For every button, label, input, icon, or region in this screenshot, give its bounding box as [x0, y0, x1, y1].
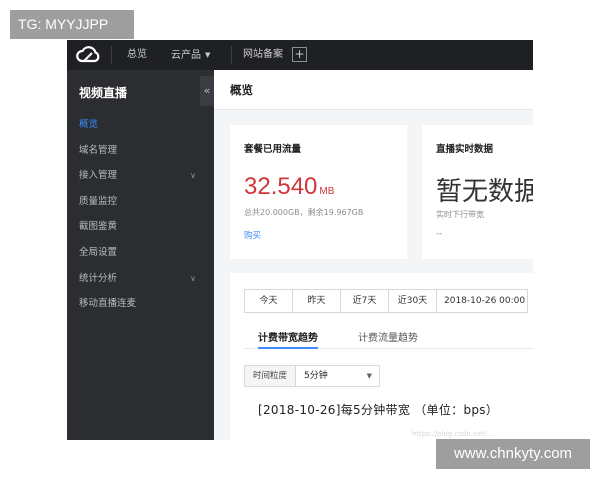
watermark-top-left: TG: MYYJJPP	[10, 10, 134, 39]
caret-down-icon: ▼	[366, 372, 372, 380]
sidebar-item-label: 接入管理	[79, 170, 118, 182]
page-header: 概览	[214, 70, 533, 110]
granularity-value: 5分钟	[304, 371, 328, 381]
navbar-divider	[231, 46, 232, 64]
live-realtime-card: 直播实时数据 暂无数据 实时下行带宽 --	[422, 125, 533, 259]
date-7days-button[interactable]: 近7天	[341, 290, 389, 312]
chevron-down-icon: ∨	[190, 273, 196, 283]
chart-title: [2018-10-26]每5分钟带宽 （单位：bps）	[258, 403, 499, 417]
main-content: 概览 套餐已用流量 32.540 MB 总共20.000GB，剩余19.967GB…	[214, 70, 533, 440]
sidebar-item-label: 统计分析	[79, 272, 118, 284]
page-title: 概览	[230, 83, 253, 97]
nav-overview[interactable]: 总览	[127, 48, 147, 62]
active-tab-indicator	[258, 347, 318, 349]
sidebar-item[interactable]: 接入管理 ∨	[67, 163, 214, 189]
console-window: 总览 云产品 ▼ 网站备案 + 视频直播 « 概览域名管理接入管理 ∨ 质量监控截图鉴…	[67, 40, 533, 440]
cloud-logo-icon[interactable]	[73, 44, 103, 66]
date-30days-button[interactable]: 近30天	[389, 290, 437, 312]
sidebar-item[interactable]: 截图鉴黄	[67, 214, 214, 240]
trend-tabs: 计费带宽趋势 计费流量趋势	[244, 327, 533, 349]
tab-label: 计费带宽趋势	[258, 333, 318, 344]
nav-products[interactable]: 云产品 ▼	[171, 48, 210, 63]
tab-billing-traffic[interactable]: 计费流量趋势	[358, 329, 418, 349]
watermark-bottom-right: www.chnkyty.com	[436, 439, 590, 469]
faint-watermark: https://blog.csdn.net/...	[412, 430, 494, 438]
top-navbar: 总览 云产品 ▼ 网站备案 +	[67, 40, 533, 70]
granularity-select[interactable]: 5分钟 ▼	[296, 365, 380, 387]
sidebar-item[interactable]: 移动直播连麦	[67, 291, 214, 317]
sidebar-item[interactable]: 质量监控	[67, 189, 214, 215]
sidebar-item-label: 域名管理	[79, 144, 118, 156]
buy-link[interactable]: 购买	[244, 229, 261, 241]
trend-panel: 今天 昨天 近7天 近30天 2018-10-26 00:00 计费带宽趋势 计…	[230, 273, 533, 440]
sidebar-item[interactable]: 全局设置	[67, 240, 214, 266]
sidebar-item-label: 截图鉴黄	[79, 221, 118, 233]
tab-billing-bandwidth[interactable]: 计费带宽趋势	[258, 329, 318, 349]
card-title: 套餐已用流量	[244, 144, 302, 155]
no-data-text: 暂无数据	[436, 177, 533, 207]
nav-icp-filing[interactable]: 网站备案	[243, 48, 283, 62]
sidebar-item[interactable]: 统计分析 ∨	[67, 266, 214, 292]
realtime-bandwidth-value: --	[436, 229, 443, 239]
package-usage-card: 套餐已用流量 32.540 MB 总共20.000GB，剩余19.967GB 购买	[230, 125, 407, 259]
sidebar: 视频直播 « 概览域名管理接入管理 ∨ 质量监控截图鉴黄全局设置统计分析 ∨ 移动直播连…	[67, 70, 214, 440]
caret-down-icon: ▼	[205, 51, 211, 59]
tab-label: 计费流量趋势	[358, 333, 418, 344]
date-today-button[interactable]: 今天	[245, 290, 293, 312]
collapse-sidebar-icon[interactable]: «	[200, 76, 214, 106]
sidebar-item[interactable]: 域名管理	[67, 138, 214, 164]
sidebar-item-label: 移动直播连麦	[79, 298, 137, 310]
granularity-label: 时间粒度	[244, 365, 296, 387]
nav-products-label: 云产品	[171, 50, 201, 61]
chevron-down-icon: ∨	[190, 171, 196, 181]
navbar-divider	[111, 46, 112, 64]
traffic-detail: 总共20.000GB，剩余19.967GB	[244, 208, 364, 217]
sidebar-item-label: 全局设置	[79, 246, 118, 258]
sidebar-menu: 概览域名管理接入管理 ∨ 质量监控截图鉴黄全局设置统计分析 ∨ 移动直播连麦	[67, 112, 214, 317]
card-title: 直播实时数据	[436, 144, 494, 155]
used-traffic-value: 32.540 MB	[244, 173, 334, 201]
used-traffic-number: 32.540	[244, 173, 318, 200]
sidebar-item-label: 质量监控	[79, 195, 118, 207]
add-shortcut-icon[interactable]: +	[292, 47, 307, 62]
sidebar-item-label: 概览	[79, 119, 99, 130]
date-range-input[interactable]: 2018-10-26 00:00	[437, 290, 527, 312]
used-traffic-unit: MB	[319, 186, 335, 197]
screenshot-canvas: TG: MYYJJPP www.chnkyty.com 总览 云产品 ▼ 网站备案…	[0, 0, 600, 480]
sidebar-item[interactable]: 概览	[67, 112, 214, 138]
sidebar-title: 视频直播	[79, 86, 128, 100]
date-range-selector: 今天 昨天 近7天 近30天 2018-10-26 00:00	[244, 289, 528, 313]
date-yesterday-button[interactable]: 昨天	[293, 290, 341, 312]
realtime-bandwidth-label: 实时下行带宽	[436, 210, 484, 219]
